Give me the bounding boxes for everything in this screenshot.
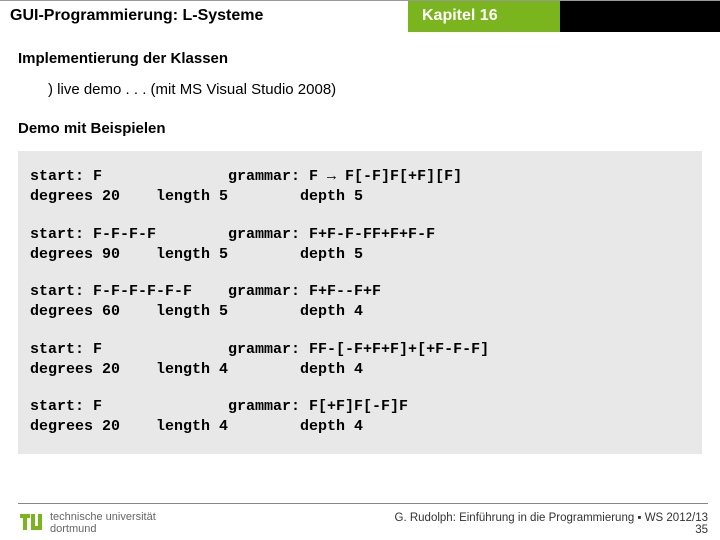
example-line: start: F grammar: F → F[-F]F[+F][F]: [30, 167, 690, 187]
example-block: start: F grammar: F → F[-F]F[+F][F] degr…: [30, 161, 690, 214]
logo-line1: technische universität: [50, 511, 156, 523]
example-line: degrees 60 length 5 depth 4: [30, 302, 690, 322]
example-line: degrees 20 length 4 depth 4: [30, 360, 690, 380]
example-block: start: F-F-F-F-F-F grammar: F+F--F+F deg…: [30, 275, 690, 329]
example-line: degrees 90 length 5 depth 5: [30, 245, 690, 265]
example-block: start: F-F-F-F grammar: F+F-F-FF+F+F-F d…: [30, 218, 690, 272]
live-demo-line: ) live demo . . . (mit MS Visual Studio …: [48, 81, 702, 98]
section-demo-title: Demo mit Beispielen: [18, 120, 702, 137]
footer-credit-block: G. Rudolph: Einführung in die Programmie…: [395, 512, 708, 536]
example-block: start: F grammar: F[+F]F[-F]F degrees 20…: [30, 390, 690, 444]
slide-header: GUI-Programmierung: L-Systeme Kapitel 16: [0, 0, 720, 32]
tu-logo-icon: [18, 510, 44, 536]
section-impl-title: Implementierung der Klassen: [18, 50, 702, 67]
example-line: start: F grammar: FF-[-F+F+F]+[+F-F-F]: [30, 340, 690, 360]
logo-line2: dortmund: [50, 523, 156, 535]
header-title-right: Kapitel 16: [408, 1, 560, 32]
slide-footer: technische universität dortmund G. Rudol…: [0, 510, 720, 536]
slide-content: Implementierung der Klassen ) live demo …: [0, 32, 720, 454]
header-black-block: [560, 1, 720, 32]
header-title-left: GUI-Programmierung: L-Systeme: [0, 1, 408, 32]
example-line: degrees 20 length 5 depth 5: [30, 187, 690, 207]
examples-box: start: F grammar: F → F[-F]F[+F][F] degr…: [18, 151, 702, 454]
example-line: start: F-F-F-F-F-F grammar: F+F--F+F: [30, 282, 690, 302]
example-line: start: F grammar: F[+F]F[-F]F: [30, 397, 690, 417]
example-block: start: F grammar: FF-[-F+F+F]+[+F-F-F] d…: [30, 333, 690, 387]
university-logo: technische universität dortmund: [18, 510, 156, 536]
logo-text: technische universität dortmund: [50, 511, 156, 535]
example-line: start: F-F-F-F grammar: F+F-F-FF+F+F-F: [30, 225, 690, 245]
page-number: 35: [395, 524, 708, 536]
footer-divider: [18, 503, 708, 504]
footer-credit: G. Rudolph: Einführung in die Programmie…: [395, 512, 708, 524]
example-line: degrees 20 length 4 depth 4: [30, 417, 690, 437]
